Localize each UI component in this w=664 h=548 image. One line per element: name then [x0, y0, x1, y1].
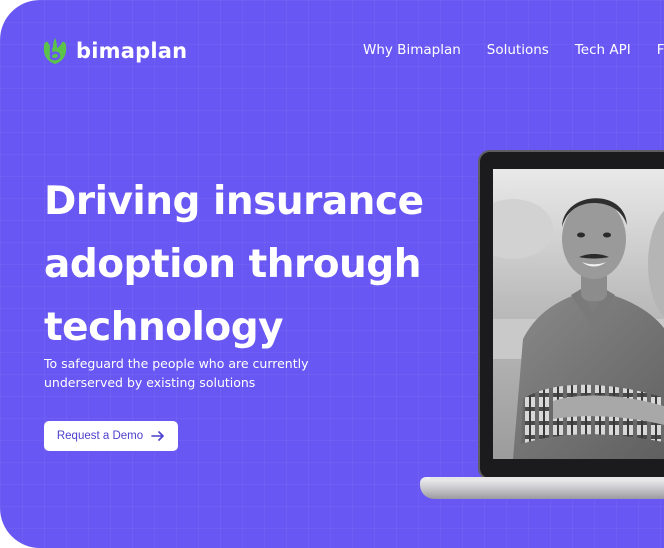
- hero-subtitle: To safeguard the people who are currentl…: [44, 354, 344, 392]
- nav-item-solutions[interactable]: Solutions: [487, 42, 549, 58]
- headline-line-1: Driving insurance: [44, 179, 424, 224]
- nav-item-tech-api[interactable]: Tech API: [575, 42, 631, 58]
- bimaplan-leaf-logo: [43, 38, 67, 64]
- nav-item-why-bimaplan[interactable]: Why Bimaplan: [363, 42, 461, 58]
- laptop-photo-smiling-man: [493, 169, 664, 459]
- laptop-base-edge: [430, 477, 664, 481]
- subtitle-line-1: To safeguard the people who are currentl…: [44, 356, 309, 371]
- brand-logo[interactable]: bimaplan: [42, 36, 187, 66]
- hero-headline: Driving insurance adoption through techn…: [44, 170, 464, 359]
- nav-item-truncated[interactable]: F: [657, 42, 664, 58]
- headline-line-3: technology: [44, 305, 284, 350]
- subtitle-line-2: underserved by existing solutions: [44, 375, 256, 390]
- request-demo-label: Request a Demo: [56, 430, 144, 442]
- brand-name: bimaplan: [76, 39, 188, 63]
- top-nav: Why Bimaplan Solutions Tech API F: [363, 42, 664, 58]
- headline-line-2: adoption through: [44, 242, 421, 287]
- photo-illustration: [493, 169, 664, 459]
- request-demo-button[interactable]: Request a Demo: [44, 421, 178, 451]
- hero-section: bimaplan Why Bimaplan Solutions Tech API…: [0, 0, 664, 548]
- arrow-right-icon: [151, 431, 164, 441]
